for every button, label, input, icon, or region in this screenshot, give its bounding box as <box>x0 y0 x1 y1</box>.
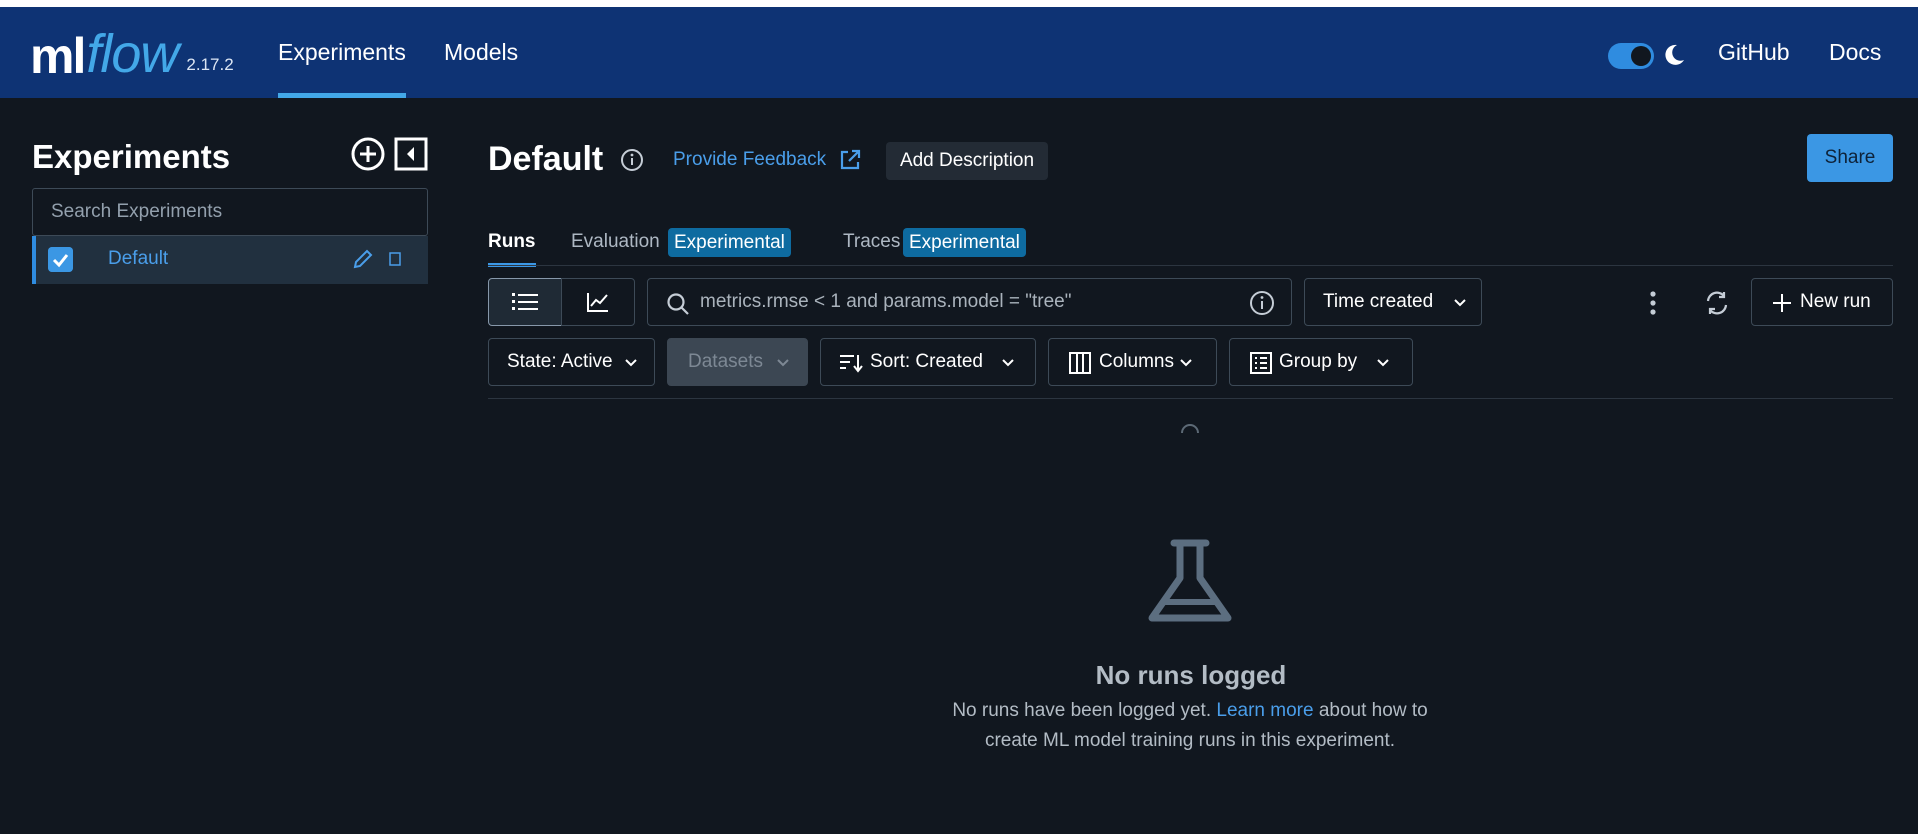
datasets-filter-select: Datasets <box>667 338 808 386</box>
line-chart-icon <box>587 293 608 312</box>
new-run-button[interactable]: New run <box>1751 278 1893 326</box>
collapse-sidebar-icon[interactable] <box>394 137 428 171</box>
tab-traces[interactable]: Traces <box>843 231 900 267</box>
logo-ml-text: ml <box>30 28 86 84</box>
app-header: ml flow 2.17.2 Experiments Models GitHub… <box>0 7 1918 98</box>
empty-state-title: No runs logged <box>1095 660 1287 690</box>
search-icon <box>667 293 689 315</box>
loading-spinner-icon <box>1181 424 1199 434</box>
github-link[interactable]: GitHub <box>1718 7 1790 98</box>
group-by-icon <box>1250 352 1272 374</box>
plus-icon <box>1773 294 1791 312</box>
toggle-knob <box>1631 46 1651 66</box>
table-view-button[interactable] <box>488 278 562 326</box>
chevron-down-icon <box>625 359 637 367</box>
refresh-icon[interactable] <box>1704 290 1730 316</box>
logo-flow-text: flow <box>86 24 179 84</box>
chevron-down-icon <box>1180 359 1192 367</box>
experiment-checkbox[interactable] <box>48 247 73 272</box>
columns-icon <box>1069 352 1091 374</box>
provide-feedback-link[interactable]: Provide Feedback <box>673 149 826 171</box>
flask-icon <box>1148 539 1232 622</box>
chevron-down-icon <box>1377 359 1389 367</box>
chevron-down-icon <box>1002 359 1014 367</box>
time-created-label: Time created <box>1323 291 1434 312</box>
dark-mode-toggle[interactable] <box>1608 43 1654 69</box>
runs-search-input[interactable] <box>700 279 1230 325</box>
tabs-divider <box>488 265 1893 266</box>
sort-icon <box>840 355 863 373</box>
datasets-filter-label: Datasets <box>688 351 763 372</box>
add-description-button[interactable]: Add Description <box>886 142 1048 180</box>
add-experiment-icon[interactable] <box>351 137 385 171</box>
group-by-select[interactable]: Group by <box>1229 338 1413 386</box>
learn-more-link[interactable]: Learn more <box>1216 700 1313 721</box>
sort-label: Sort: Created <box>870 351 983 372</box>
pencil-icon[interactable] <box>352 248 374 270</box>
page-title: Default <box>488 140 604 178</box>
new-run-label: New run <box>1800 291 1871 312</box>
moon-icon <box>1665 44 1684 65</box>
search-experiments-input[interactable] <box>32 188 428 236</box>
time-created-select[interactable]: Time created <box>1304 278 1482 326</box>
mlflow-logo[interactable]: ml flow 2.17.2 <box>30 21 234 81</box>
provide-feedback-label: Provide Feedback <box>673 149 827 170</box>
sidebar-title: Experiments <box>32 138 231 175</box>
empty-state-text-before: No runs have been logged yet. <box>952 700 1212 721</box>
share-button[interactable]: Share <box>1807 134 1893 182</box>
state-filter-label: State: Active <box>507 351 613 372</box>
list-icon <box>512 293 538 310</box>
sort-select[interactable]: Sort: Created <box>820 338 1036 386</box>
info-icon[interactable] <box>620 148 644 172</box>
search-info-icon[interactable] <box>1249 290 1275 316</box>
columns-label: Columns <box>1099 351 1174 372</box>
columns-select[interactable]: Columns <box>1048 338 1217 386</box>
empty-state-description: No runs have been logged yet. Learn more… <box>938 696 1442 756</box>
experiment-name[interactable]: Default <box>108 248 168 270</box>
tab-evaluation[interactable]: Evaluation <box>571 231 660 267</box>
tab-runs[interactable]: Runs <box>488 231 536 267</box>
external-link-icon[interactable] <box>838 148 862 172</box>
experiment-list-item[interactable]: Default <box>32 236 428 284</box>
docs-link[interactable]: Docs <box>1829 7 1881 98</box>
filters-divider <box>488 398 1893 399</box>
chevron-down-icon <box>777 359 789 367</box>
group-by-label: Group by <box>1279 351 1358 372</box>
nav-experiments[interactable]: Experiments <box>278 7 406 98</box>
evaluation-experimental-badge: Experimental <box>668 228 791 257</box>
top-strip <box>0 0 1918 7</box>
chevron-down-icon <box>1454 299 1466 307</box>
nav-models[interactable]: Models <box>444 7 518 98</box>
version-label: 2.17.2 <box>186 55 234 74</box>
state-filter-select[interactable]: State: Active <box>488 338 655 386</box>
runs-search-box[interactable] <box>647 278 1292 326</box>
traces-experimental-badge: Experimental <box>903 228 1026 257</box>
chart-view-button[interactable] <box>561 278 635 326</box>
more-options-icon[interactable] <box>1648 290 1658 316</box>
trash-icon[interactable] <box>388 251 402 267</box>
